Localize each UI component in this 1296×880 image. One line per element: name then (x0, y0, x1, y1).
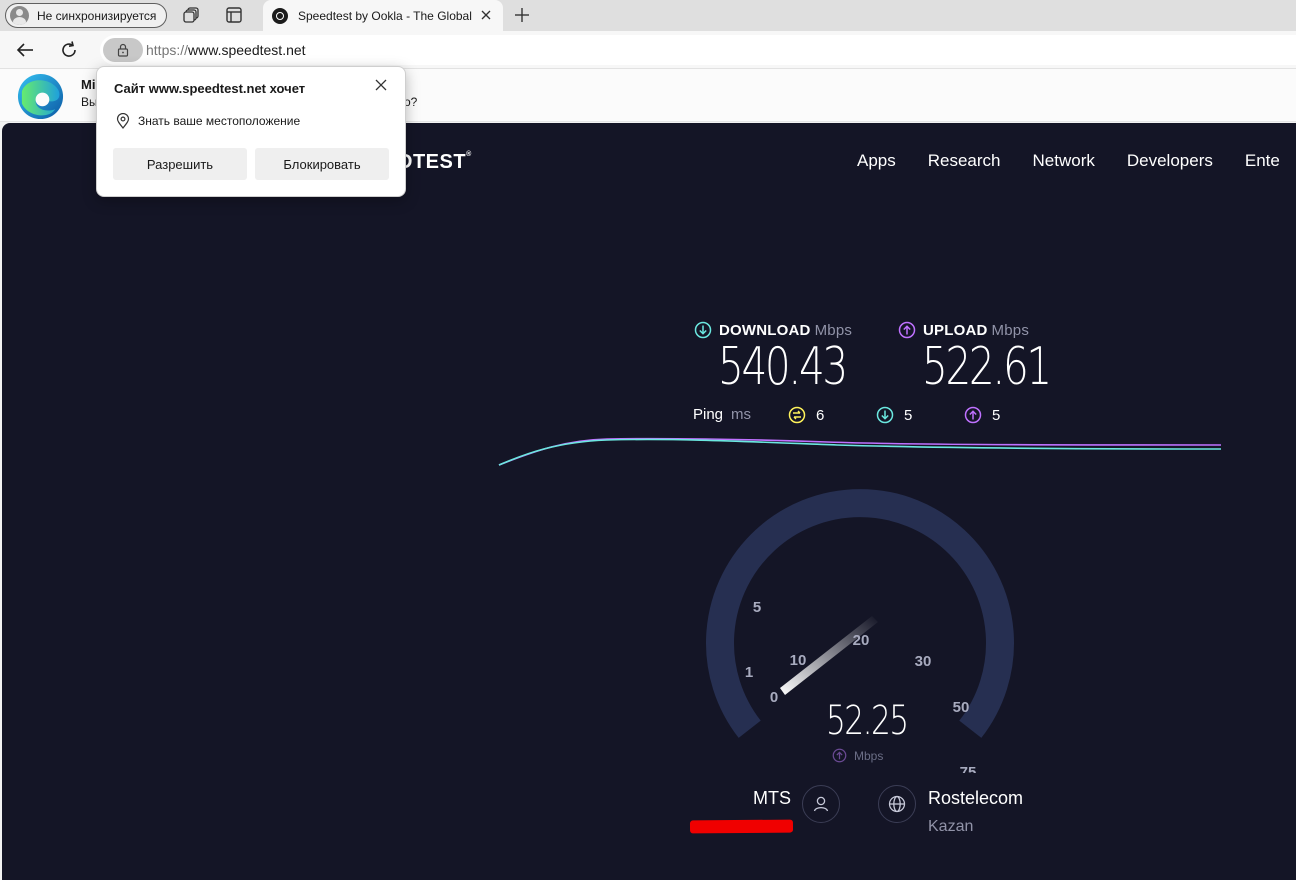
location-pin-icon (116, 113, 130, 129)
gauge-tick: 50 (953, 699, 970, 716)
speedtest-page: DTEST® Apps Research Network Developers … (2, 123, 1296, 880)
lock-icon (117, 43, 129, 57)
infobar-title: Mi (81, 77, 96, 92)
location-permission-popup: Сайт www.speedtest.net хочет Знать ваше … (96, 66, 406, 197)
download-value: 540.43 (718, 337, 848, 397)
upload-unit: Mbps (991, 321, 1030, 339)
ping-upload: 5 (964, 406, 1000, 424)
download-arrow-icon (694, 321, 712, 339)
address-bar[interactable]: https://www.speedtest.net (100, 35, 1296, 65)
gauge-unit-row: Mbps (832, 748, 883, 763)
ping-label-row: Ping ms (693, 406, 751, 423)
infobar-text-tail: о? (404, 95, 418, 109)
download-label: DOWNLOAD (719, 321, 811, 339)
nav-enterprise[interactable]: Ente (1245, 151, 1280, 171)
idle-latency-icon (788, 406, 806, 424)
nav-network[interactable]: Network (1033, 151, 1095, 171)
new-tab-icon[interactable] (512, 5, 532, 25)
ping-idle: 6 (788, 406, 824, 424)
browser-toolbar: https://www.speedtest.net (0, 31, 1296, 69)
gauge-tick: 5 (753, 599, 761, 616)
server-name[interactable]: Rostelecom (928, 788, 1023, 809)
tab-strip: Не синхронизируется Speedtest by Ookla -… (0, 0, 1296, 31)
refresh-icon[interactable] (58, 39, 80, 61)
speedtest-logo[interactable]: DTEST® (398, 151, 472, 174)
url-text: https://www.speedtest.net (146, 42, 306, 58)
upload-label: UPLOAD (923, 321, 988, 339)
gauge-tick: 10 (790, 652, 807, 669)
nav-research[interactable]: Research (928, 151, 1001, 171)
gauge-tick: 30 (915, 653, 932, 670)
avatar-icon (10, 6, 29, 25)
upload-value: 522.61 (922, 337, 1052, 397)
gauge-track (706, 489, 1014, 738)
edge-logo-icon (17, 73, 64, 120)
profile-button[interactable]: Не синхронизируется (5, 3, 167, 28)
workspaces-icon[interactable] (183, 6, 201, 24)
tab-title: Speedtest by Ookla - The Global Broadban… (298, 8, 472, 23)
upload-latency-icon (964, 406, 982, 424)
redaction-mark (689, 819, 794, 834)
gauge-tick: 0 (770, 689, 778, 706)
main-nav: Apps Research Network Developers Ente (857, 151, 1296, 171)
user-icon[interactable] (802, 785, 840, 823)
block-button[interactable]: Блокировать (255, 148, 389, 180)
gauge-tick: 20 (853, 632, 870, 649)
tab-speedtest[interactable]: Speedtest by Ookla - The Global Broadban… (263, 0, 503, 31)
vertical-tabs-icon[interactable] (225, 6, 243, 24)
speedtest-favicon-icon (272, 7, 288, 24)
download-unit: Mbps (814, 321, 853, 339)
permission-row: Знать ваше местоположение (116, 113, 300, 129)
server-city: Kazan (928, 818, 974, 835)
site-info-button[interactable] (103, 38, 143, 62)
speed-history-graph (498, 437, 1222, 466)
ping-label: Ping (693, 406, 724, 423)
download-latency-icon (876, 406, 894, 424)
ping-download: 5 (876, 406, 912, 424)
gauge-tick: 75 (960, 764, 977, 773)
upload-arrow-icon (898, 321, 916, 339)
profile-label: Не синхронизируется (37, 8, 157, 23)
gauge-current-value: 52.25 (826, 698, 909, 744)
allow-button[interactable]: Разрешить (113, 148, 247, 180)
isp-name: MTS (753, 788, 791, 808)
globe-icon[interactable] (878, 785, 916, 823)
back-icon[interactable] (14, 39, 36, 61)
tab-close-icon[interactable] (479, 8, 493, 22)
nav-apps[interactable]: Apps (857, 151, 896, 171)
gauge-tick: 1 (745, 664, 753, 681)
popup-title: Сайт www.speedtest.net хочет (114, 81, 306, 96)
gauge-upload-icon (832, 748, 847, 763)
permission-text: Знать ваше местоположение (138, 114, 301, 128)
ping-unit: ms (731, 406, 752, 423)
popup-close-icon[interactable] (373, 77, 389, 93)
nav-developers[interactable]: Developers (1127, 151, 1213, 171)
